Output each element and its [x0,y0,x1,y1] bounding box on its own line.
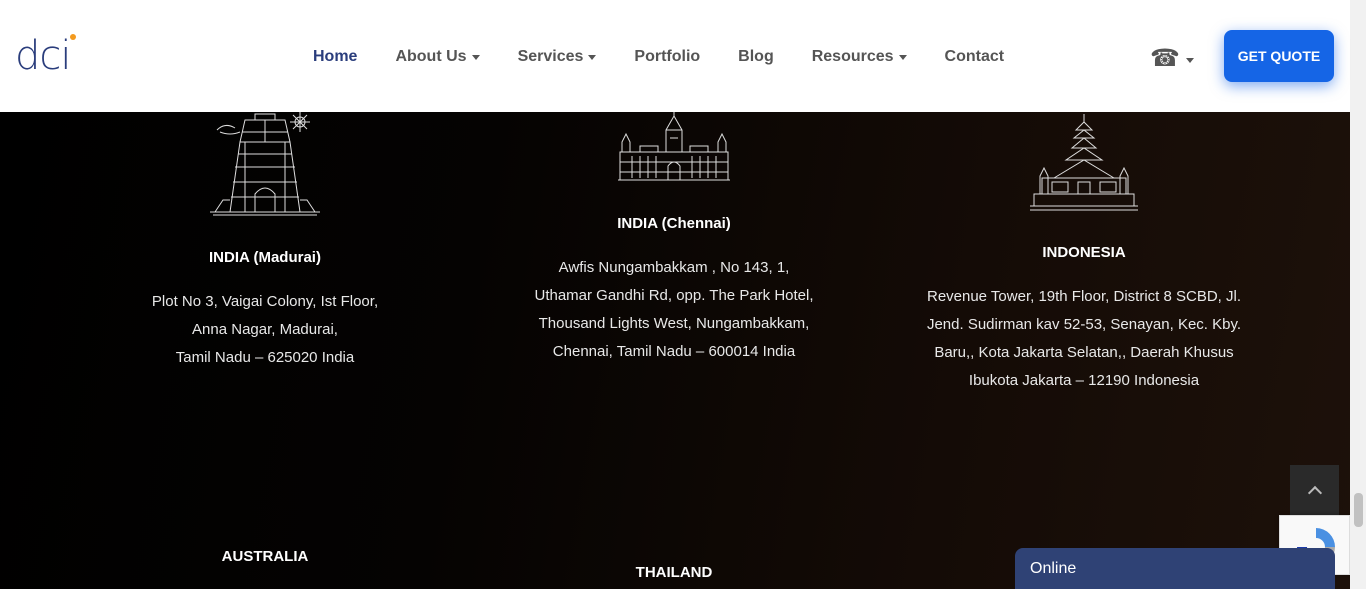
office-madurai: INDIA (Madurai) Plot No 3, Vaigai Colony… [115,249,415,372]
nav-services[interactable]: Services [499,48,616,66]
phone-icon: ☎ [1150,45,1180,72]
nav-about-us[interactable]: About Us [376,48,498,66]
office-address: Plot No 3, Vaigai Colony, Ist Floor, Ann… [151,293,379,366]
office-thailand: THAILAND [504,564,844,581]
logo-dot [70,34,76,40]
logo-text: dci [15,33,71,79]
main-nav: Home About Us Services Portfolio Blog Re… [294,38,1023,76]
chevron-down-icon [898,54,907,60]
chevron-up-icon [1307,485,1322,500]
nav-portfolio[interactable]: Portfolio [615,48,719,66]
chennai-building-illustration [618,112,730,181]
office-title: AUSTRALIA [221,548,309,565]
page-scrollbar[interactable] [1350,0,1366,589]
nav-blog[interactable]: Blog [719,48,793,66]
office-title: INDIA (Madurai) [209,249,321,266]
offices-section: INDIA (Madurai) Plot No 3, Vaigai Colony… [0,112,1350,589]
dci-logo[interactable]: dci [15,33,76,79]
site-header: dci Home About Us Services Portfolio Blo… [0,0,1350,112]
office-indonesia: INDONESIA Revenue Tower, 19th Floor, Dis… [899,244,1269,395]
live-chat-bar[interactable]: Online [1015,548,1335,589]
office-title: THAILAND [635,564,713,581]
chat-status: Online [1030,560,1077,577]
chevron-down-icon [471,54,480,60]
office-address: Revenue Tower, 19th Floor, District 8 SC… [926,288,1242,389]
chevron-down-icon [588,54,597,60]
get-quote-button[interactable]: GET QUOTE [1224,30,1334,82]
scroll-to-top-button[interactable] [1290,465,1339,515]
office-title: INDIA (Chennai) [617,215,731,232]
office-australia: AUSTRALIA [115,548,415,565]
nav-resources[interactable]: Resources [793,48,926,66]
nav-home[interactable]: Home [294,48,376,66]
indonesia-pagoda-illustration [1030,114,1138,211]
office-address: Awfis Nungambakkam , No 143, 1, Uthamar … [534,259,814,360]
madurai-temple-illustration [210,112,320,216]
nav-contact[interactable]: Contact [926,48,1024,66]
chevron-down-icon [1185,58,1194,63]
phone-dropdown[interactable]: ☎ [1150,44,1194,73]
scrollbar-thumb[interactable] [1354,493,1363,527]
office-chennai: INDIA (Chennai) Awfis Nungambakkam , No … [504,215,844,366]
office-title: INDONESIA [1042,244,1126,261]
